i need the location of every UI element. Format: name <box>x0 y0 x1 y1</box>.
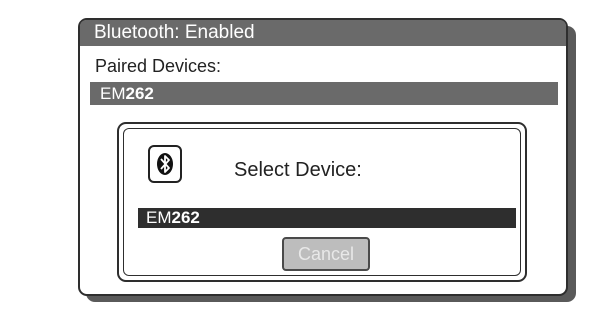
dialog-frame: Select Device: EM262 Cancel <box>123 128 521 276</box>
paired-device-item[interactable]: EM262 <box>90 82 558 105</box>
paired-device-prefix: EM <box>100 84 126 103</box>
paired-devices-label: Paired Devices: <box>95 56 222 76</box>
bluetooth-window: Bluetooth: Enabled Paired Devices: EM262… <box>78 18 568 296</box>
window-title: Bluetooth: Enabled <box>80 20 566 46</box>
paired-device-number: 262 <box>125 84 154 103</box>
bluetooth-icon <box>148 145 182 183</box>
device-list-item[interactable]: EM262 <box>138 208 516 228</box>
select-device-dialog: Select Device: EM262 Cancel <box>117 122 527 282</box>
device-prefix: EM <box>146 208 172 227</box>
device-number: 262 <box>171 208 200 227</box>
cancel-button[interactable]: Cancel <box>282 237 370 271</box>
dialog-title: Select Device: <box>234 159 362 181</box>
